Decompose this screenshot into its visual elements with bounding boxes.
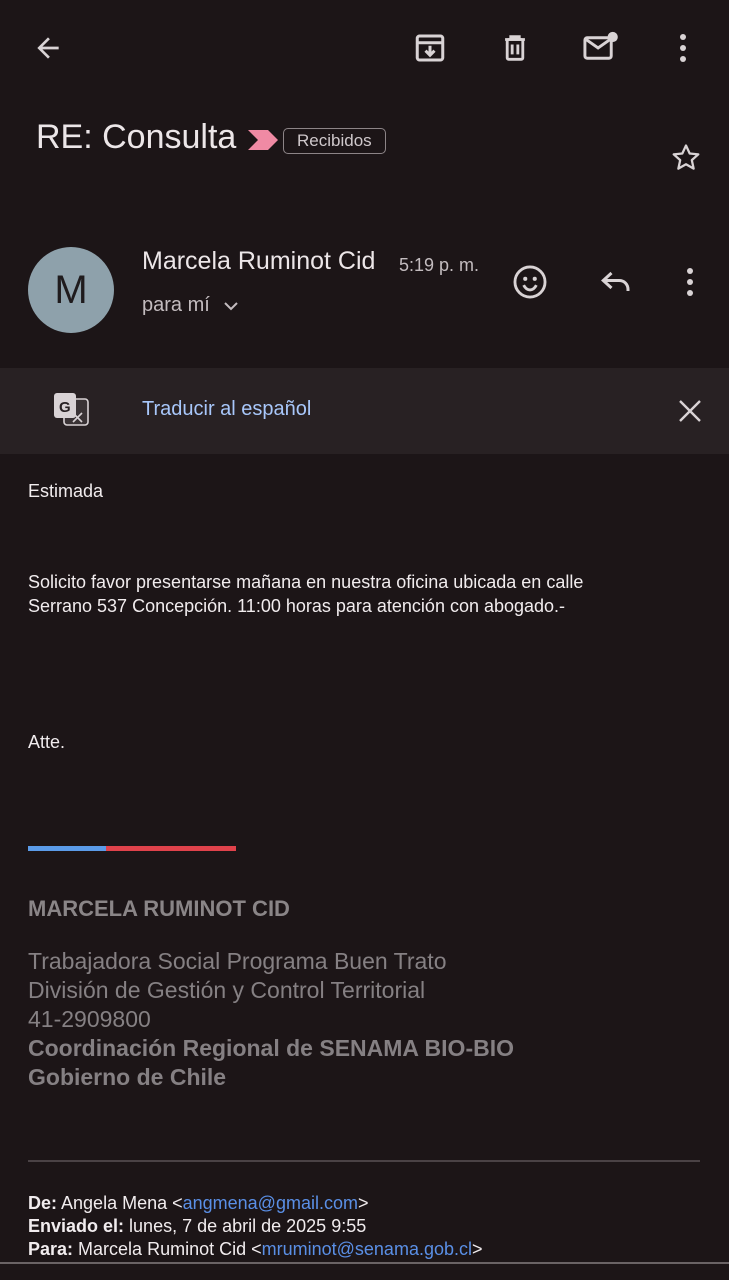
signature-gov: Gobierno de Chile	[28, 1064, 227, 1090]
to-close: >	[471, 1239, 483, 1259]
translate-close-button[interactable]	[666, 387, 714, 435]
emoji-icon	[511, 263, 549, 301]
sent-value: lunes, 7 de abril de 2025 9:55	[129, 1216, 367, 1236]
delete-button[interactable]	[491, 24, 539, 72]
star-button[interactable]	[662, 134, 710, 182]
signature-flag-bar	[28, 846, 236, 851]
archive-icon	[412, 30, 448, 66]
quoted-to: Para: Marcela Ruminot Cid <mruminot@sena…	[28, 1238, 483, 1261]
quote-divider	[28, 1160, 700, 1162]
reply-icon	[598, 264, 634, 300]
archive-button[interactable]	[406, 24, 454, 72]
important-marker-icon[interactable]	[246, 128, 280, 152]
recipient-label: para mí	[142, 294, 210, 316]
react-emoji-button[interactable]	[506, 258, 554, 306]
signature-org: Coordinación Regional de SENAMA BIO-BIO	[28, 1035, 514, 1061]
body-closing: Atte.	[28, 732, 66, 752]
signature-phone[interactable]: 41-2909800	[28, 1005, 514, 1034]
chevron-down-icon	[222, 300, 240, 312]
toolbar-more-button[interactable]	[659, 24, 707, 72]
sender-avatar[interactable]: M	[28, 247, 114, 333]
signature-division: División de Gestión y Control Territoria…	[28, 977, 426, 1003]
sent-label: Enviado el:	[28, 1216, 125, 1236]
mark-unread-button[interactable]	[576, 24, 626, 72]
recipient-toggle[interactable]: para mí	[142, 294, 240, 317]
body-line-1: Solicito favor presentarse mañana en nue…	[28, 572, 584, 592]
signature-block: Trabajadora Social Programa Buen Trato D…	[28, 947, 514, 1092]
bottom-rule	[0, 1262, 729, 1264]
reply-button[interactable]	[592, 258, 640, 306]
trash-icon	[498, 31, 532, 65]
from-email-link[interactable]: angmena@gmail.com	[183, 1193, 358, 1213]
body-line-2: Serrano 537 Concepción. 11:00 horas para…	[28, 596, 566, 616]
back-button[interactable]	[24, 24, 72, 72]
message-more-button[interactable]	[666, 258, 714, 306]
quoted-header: De: Angela Mena <angmena@gmail.com> Envi…	[28, 1192, 483, 1261]
star-icon	[669, 141, 703, 175]
more-vert-icon	[679, 33, 687, 63]
from-name: Angela Mena <	[61, 1193, 183, 1213]
mark-unread-icon	[582, 30, 620, 66]
more-vert-icon	[686, 267, 694, 297]
to-email-link[interactable]: mruminot@senama.gob.cl	[262, 1239, 472, 1259]
signature-name: MARCELA RUMINOT CID	[28, 896, 290, 921]
svg-text:G: G	[59, 399, 71, 416]
sender-name[interactable]: Marcela Ruminot Cid	[142, 247, 375, 276]
translate-bar	[0, 368, 729, 454]
close-icon	[677, 398, 703, 424]
arrow-left-icon	[32, 32, 64, 64]
body-greeting: Estimada	[28, 481, 104, 501]
label-chip-inbox[interactable]: Recibidos	[283, 128, 386, 154]
signature-title: Trabajadora Social Programa Buen Trato	[28, 948, 447, 974]
to-label: Para:	[28, 1239, 74, 1259]
email-time: 5:19 p. m.	[399, 255, 480, 275]
to-name: Marcela Ruminot Cid <	[78, 1239, 262, 1259]
from-close: >	[357, 1193, 369, 1213]
quoted-sent: Enviado el: lunes, 7 de abril de 2025 9:…	[28, 1215, 483, 1238]
from-label: De:	[28, 1193, 58, 1213]
email-subject: RE: Consulta	[36, 118, 237, 156]
quoted-from: De: Angela Mena <angmena@gmail.com>	[28, 1192, 483, 1215]
translate-link[interactable]: Traducir al español	[142, 398, 311, 421]
translate-icon: G	[51, 390, 91, 430]
